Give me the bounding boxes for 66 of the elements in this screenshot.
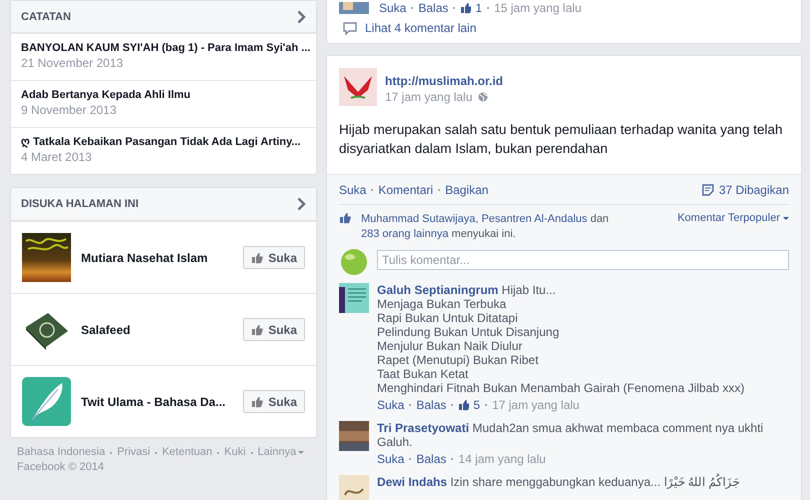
page-name[interactable]: Twit Ulama - Bahasa Da...	[81, 394, 234, 408]
comment-action-link[interactable]: Suka	[379, 0, 406, 16]
page-logo	[339, 68, 377, 106]
commenter-name-link[interactable]: Tri Prasetyowati	[377, 421, 470, 435]
comment-action-link[interactable]: Suka	[377, 451, 404, 467]
sort-comments-menu[interactable]: Komentar Terpopuler	[677, 212, 789, 224]
avatar-photo	[339, 2, 369, 14]
profile-link[interactable]: 283 orang lainnya	[361, 228, 448, 240]
calligraphy-photo	[22, 233, 71, 282]
like-button[interactable]: Suka	[243, 390, 305, 413]
note-title[interactable]: ღ Tatkala Kebaikan Pasangan Tidak Ada Lagi Artiny...	[21, 134, 301, 150]
comment-action-link[interactable]: Balas	[416, 397, 446, 413]
section-heading: DISUKA HALAMAN INI	[21, 198, 139, 210]
profile-link[interactable]: Pesantren Al-Andalus	[481, 213, 588, 225]
chevron-icon	[297, 197, 306, 211]
commenter-photo	[339, 475, 369, 500]
caret-icon	[298, 451, 304, 454]
thumbs-up-icon	[251, 252, 264, 264]
view-more-comments-link[interactable]: Lihat 4 komentar lain	[365, 21, 476, 35]
thumbs-up-icon	[251, 396, 264, 408]
comment-input-field[interactable]: Tulis komentar...	[377, 250, 789, 270]
thumbs-up-icon	[458, 399, 470, 411]
comment-action-link[interactable]: Balas	[418, 0, 448, 16]
commenter-photo	[339, 421, 369, 451]
caret-icon	[783, 216, 789, 220]
comment-action-link[interactable]: Balas	[416, 451, 446, 467]
post-action-link[interactable]: Suka	[339, 182, 366, 198]
feather-logo	[22, 377, 71, 426]
comment-time: 14 jam yang lalu	[458, 451, 546, 467]
page-name-link[interactable]: http://muslimah.or.id	[385, 74, 504, 88]
comment-text: Tri Prasetyowati Mudah2an smua akhwat membaca comment nya ukhti Galuh.	[377, 421, 764, 449]
share-icon	[702, 184, 714, 196]
post-action-link[interactable]: Komentari	[378, 182, 434, 198]
comment-bubble-icon	[343, 22, 357, 34]
post-text: Hijab merupakan salah satu bentuk pemuliaan terhadap wanita yang telah disyariatkan dalam Islam, bukan perendahan	[338, 121, 784, 158]
like-button[interactable]: Suka	[243, 318, 305, 341]
globe-icon	[478, 92, 488, 102]
note-title[interactable]: Adab Bertanya Kepada Ahli Ilmu	[21, 87, 191, 103]
note-date: 9 November 2013	[21, 103, 116, 118]
page-name[interactable]: Mutiara Nasehat Islam	[81, 250, 234, 264]
comment-action-link[interactable]: Suka	[377, 397, 404, 413]
commenter-photo	[339, 283, 369, 313]
comment-time: 17 jam yang lalu	[492, 397, 580, 413]
likes-text: ,	[475, 213, 480, 225]
comment-time: 15 jam yang lalu	[494, 0, 582, 16]
like-count: 1	[475, 0, 482, 16]
thumbs-up-icon	[339, 212, 353, 224]
like-count: 5	[473, 397, 480, 413]
share-count-link[interactable]: 37 Dibagikan	[718, 182, 789, 198]
commenter-name-link[interactable]: Galuh Septianingrum	[377, 283, 498, 297]
note-date: 4 Maret 2013	[21, 150, 92, 165]
like-button[interactable]: Suka	[243, 246, 305, 269]
chevron-icon	[297, 10, 306, 24]
likes-text: menyukai ini.	[450, 228, 516, 240]
thumbs-up-icon	[251, 324, 264, 336]
note-title[interactable]: BANYOLAN KAUM SYI'AH (bag 1) - Para Imam Syi'ah ...	[21, 40, 310, 56]
copyright-text: Facebook © 2014	[17, 460, 105, 475]
likes-text: dan	[589, 213, 610, 225]
note-date: 21 November 2013	[21, 56, 124, 71]
commenter-name-link[interactable]: Dewi Indahs	[377, 475, 448, 489]
profile-link[interactable]: Muhammad Sutawijaya	[361, 213, 476, 225]
comment-text: Galuh Septianingrum Hijab Itu... Menjaga Bukan Terbuka Rapi Bukan Untuk Ditatapi Pelindung Bukan Untuk Disanjung Menjulur Bukan Naik Diulur Rapet (Menutupi) Bukan Ribet Taat Bukan Ketat Menghindari Fitnah Bukan Menambah Gairah (Fenomena Jilbab xxx)	[377, 283, 746, 395]
thumbs-up-icon	[460, 2, 472, 14]
page-name[interactable]: Salafeed	[81, 322, 234, 336]
section-heading: CATATAN	[21, 10, 71, 22]
post-action-link[interactable]: Bagikan	[445, 182, 488, 198]
